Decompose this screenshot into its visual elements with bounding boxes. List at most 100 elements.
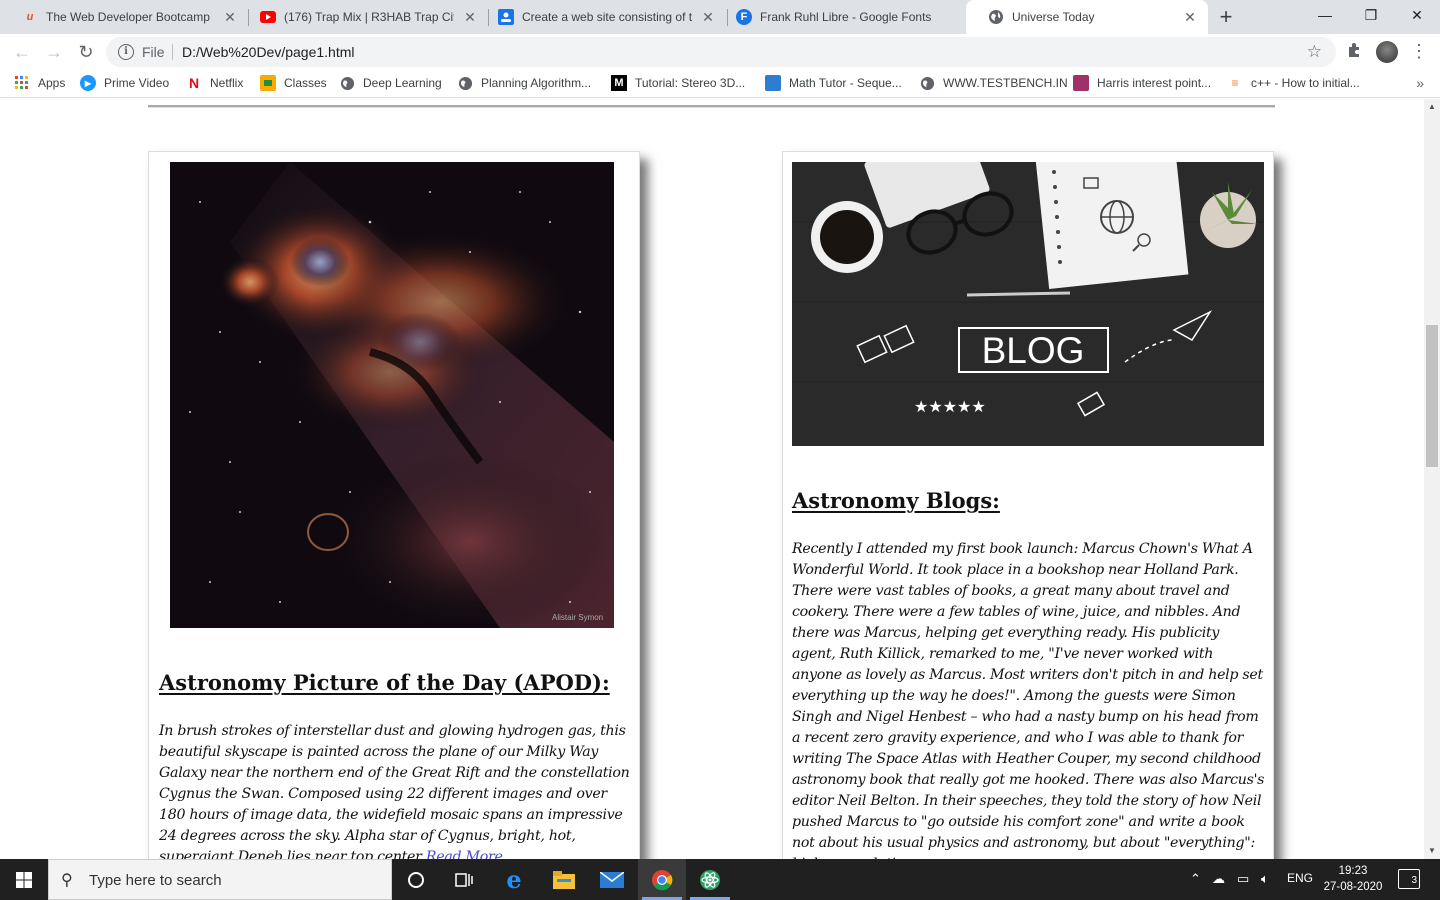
back-button[interactable]: ← bbox=[8, 38, 36, 66]
blog-desk-photo: BLOG ★★★★★ bbox=[792, 162, 1264, 446]
blog-image-word: BLOG bbox=[982, 330, 1085, 371]
udemy-icon: u bbox=[26, 11, 34, 23]
bookmark-star-icon[interactable]: ☆ bbox=[1307, 42, 1322, 62]
language-indicator[interactable]: ENG bbox=[1287, 871, 1313, 885]
address-divider bbox=[172, 44, 173, 60]
scroll-down-arrow-icon[interactable]: ▼ bbox=[1424, 843, 1440, 859]
start-button[interactable] bbox=[0, 859, 48, 900]
read-more-link[interactable]: Read More bbox=[426, 849, 503, 859]
url-text[interactable]: D:/Web%20Dev/page1.html bbox=[182, 44, 355, 60]
bookmark-netflix[interactable]: N Netflix bbox=[186, 75, 243, 91]
edge-icon[interactable]: e bbox=[490, 859, 538, 900]
apps-grid-icon bbox=[14, 75, 30, 91]
bookmark-harris[interactable]: Harris interest point... bbox=[1073, 75, 1211, 91]
reload-button[interactable]: ↻ bbox=[72, 38, 100, 66]
globe-icon bbox=[919, 75, 935, 91]
bookmark-label: Harris interest point... bbox=[1097, 76, 1212, 90]
file-explorer-icon[interactable] bbox=[540, 859, 588, 900]
bookmark-label: Deep Learning bbox=[363, 76, 442, 90]
show-hidden-icons-icon[interactable]: ⌃ bbox=[1190, 871, 1201, 887]
bookmark-label: Tutorial: Stereo 3D... bbox=[635, 76, 746, 90]
volume-icon[interactable]: 🔈︎ bbox=[1261, 871, 1269, 887]
bookmark-label: Planning Algorithm... bbox=[481, 76, 592, 90]
close-window-button[interactable]: ✕ bbox=[1394, 0, 1440, 30]
tab-title: Frank Ruhl Libre - Google Fonts bbox=[760, 10, 932, 24]
bookmark-deep-learning[interactable]: Deep Learning bbox=[339, 75, 442, 91]
bookmark-math-tutor[interactable]: Math Tutor - Seque... bbox=[765, 75, 902, 91]
page-scrollbar[interactable]: ▲ ▼ bbox=[1424, 99, 1440, 859]
blog-image: BLOG ★★★★★ bbox=[792, 162, 1264, 446]
horizontal-rule bbox=[148, 105, 1275, 108]
clock-time: 19:23 bbox=[1338, 865, 1368, 877]
system-clock[interactable]: 19:23 27-08-2020 bbox=[1318, 863, 1388, 895]
bookmark-stereo-tutorial[interactable]: M Tutorial: Stereo 3D... bbox=[611, 75, 745, 91]
atom-icon[interactable] bbox=[686, 859, 734, 900]
tab-strip: u The Web Developer Bootcamp | U ✕ (176)… bbox=[0, 0, 1440, 34]
chrome-icon[interactable] bbox=[638, 859, 686, 900]
bookmark-label: WWW.TESTBENCH.IN bbox=[943, 76, 1068, 90]
bookmark-prime-video[interactable]: ▶ Prime Video bbox=[80, 75, 169, 91]
milky-way-photo: Alistair Symon bbox=[170, 162, 614, 628]
scroll-up-arrow-icon[interactable]: ▲ bbox=[1424, 99, 1440, 115]
classroom-icon bbox=[260, 75, 276, 91]
stackoverflow-icon: ≡ bbox=[1231, 76, 1239, 90]
globe-icon bbox=[988, 9, 1004, 25]
bookmark-label: Prime Video bbox=[104, 76, 170, 90]
notifications-icon[interactable]: 3 bbox=[1398, 869, 1420, 889]
bookmark-apps[interactable]: Apps bbox=[14, 75, 65, 91]
windows-logo-icon bbox=[16, 871, 32, 888]
apod-card: Alistair Symon Astronomy Picture of the … bbox=[148, 151, 640, 859]
info-icon[interactable]: i bbox=[118, 44, 134, 60]
extensions-puzzle-icon[interactable] bbox=[1346, 42, 1362, 63]
tab-universe-today[interactable]: Universe Today ✕ bbox=[966, 0, 1208, 34]
close-icon[interactable]: ✕ bbox=[1182, 9, 1198, 26]
google-classroom-icon bbox=[498, 9, 514, 25]
mail-icon[interactable] bbox=[588, 859, 636, 900]
url-scheme: File bbox=[142, 44, 165, 60]
bookmark-label: c++ - How to initial... bbox=[1251, 76, 1360, 90]
new-tab-button[interactable]: + bbox=[1212, 4, 1240, 32]
restore-button[interactable]: ❐ bbox=[1348, 0, 1394, 30]
scroll-thumb[interactable] bbox=[1426, 325, 1438, 467]
bookmark-planning[interactable]: Planning Algorithm... bbox=[457, 75, 591, 91]
math-tutor-icon bbox=[765, 75, 781, 91]
google-fonts-icon: F bbox=[736, 9, 752, 25]
taskbar-search[interactable]: ⚲ Type here to search bbox=[48, 859, 392, 900]
profile-avatar[interactable] bbox=[1376, 41, 1398, 63]
bookmarks-overflow-icon[interactable]: » bbox=[1416, 75, 1424, 91]
bookmark-label: Netflix bbox=[210, 76, 244, 90]
bookmark-label: Apps bbox=[38, 76, 66, 90]
bookmark-cpp[interactable]: ≡ c++ - How to initial... bbox=[1227, 75, 1360, 91]
notification-count: 3 bbox=[1411, 875, 1417, 886]
bookmark-label: Classes bbox=[284, 76, 327, 90]
tab-youtube[interactable]: (176) Trap Mix | R3HAB Trap City ✕ bbox=[238, 0, 488, 34]
apod-paragraph: In brush strokes of interstellar dust an… bbox=[159, 721, 633, 859]
bookmark-testbench[interactable]: WWW.TESTBENCH.IN bbox=[919, 75, 1068, 91]
blogs-heading: Astronomy Blogs: bbox=[792, 488, 1000, 513]
youtube-icon bbox=[260, 9, 276, 25]
forward-button[interactable]: → bbox=[40, 38, 68, 66]
cortana-icon[interactable] bbox=[392, 859, 440, 900]
apod-heading: Astronomy Picture of the Day (APOD): bbox=[159, 670, 610, 695]
page-viewport: Alistair Symon Astronomy Picture of the … bbox=[0, 99, 1424, 859]
minimize-button[interactable]: — bbox=[1302, 0, 1348, 30]
milky-way-image: Alistair Symon bbox=[170, 162, 614, 628]
tab-udemy[interactable]: u The Web Developer Bootcamp | U ✕ bbox=[0, 0, 248, 34]
tab-title: Universe Today bbox=[1012, 10, 1095, 24]
bookmark-classes[interactable]: Classes bbox=[260, 75, 327, 91]
close-icon[interactable]: ✕ bbox=[222, 9, 238, 26]
onedrive-cloud-icon[interactable]: ☁ bbox=[1212, 871, 1225, 887]
tab-classroom[interactable]: Create a web site consisting of tw ✕ bbox=[476, 0, 726, 34]
more-menu-icon[interactable]: ⋮ bbox=[1410, 40, 1428, 62]
address-bar[interactable]: i File D:/Web%20Dev/page1.html ☆ bbox=[106, 37, 1336, 67]
medium-icon: M bbox=[611, 75, 627, 91]
windows-taskbar: ⚲ Type here to search e ⌃ ☁ ▭ 🔈︎ ENG 19:… bbox=[0, 859, 1440, 900]
globe-icon bbox=[457, 75, 473, 91]
blogs-card: BLOG ★★★★★ Astronomy Blogs: Recently I a… bbox=[782, 151, 1274, 859]
network-icon[interactable]: ▭ bbox=[1237, 871, 1249, 887]
task-view-icon[interactable] bbox=[440, 859, 488, 900]
tab-google-fonts[interactable]: F Frank Ruhl Libre - Google Fonts bbox=[714, 0, 966, 34]
prime-video-icon: ▶ bbox=[80, 75, 96, 91]
clock-date: 27-08-2020 bbox=[1323, 881, 1383, 893]
bookmarks-bar: Apps ▶ Prime Video N Netflix Classes Dee… bbox=[0, 70, 1440, 98]
